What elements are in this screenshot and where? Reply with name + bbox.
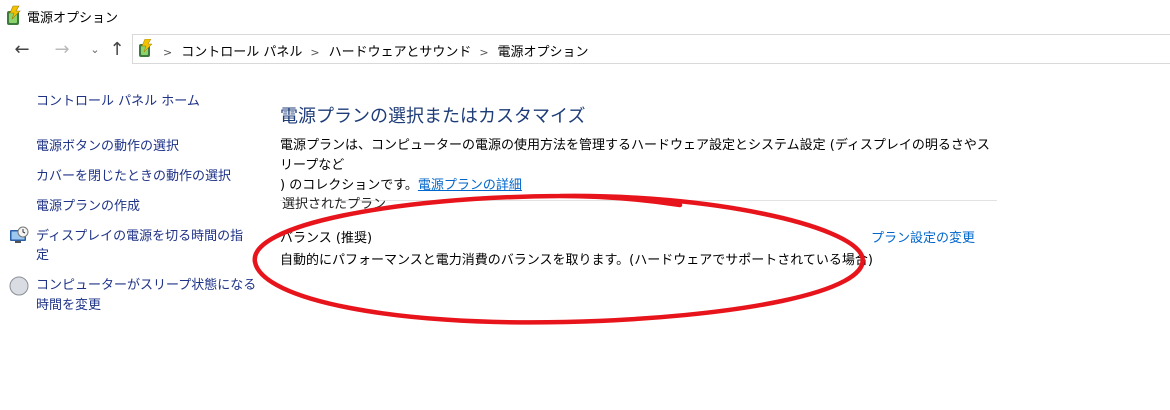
breadcrumb-separator: >: [479, 46, 489, 59]
breadcrumb-separator: >: [310, 46, 320, 59]
sidebar-choose-lid-close[interactable]: カバーを閉じたときの動作の選択: [36, 167, 231, 187]
sleep-moon-icon: [9, 276, 29, 296]
up-arrow-icon[interactable]: ↑: [105, 38, 129, 62]
forward-arrow-icon[interactable]: →: [50, 38, 74, 62]
power-plan-details-link[interactable]: 電源プランの詳細: [418, 178, 522, 193]
navigation-bar: ← → ⌄ ↑ > コントロール パネル > ハードウェアとサウンド > 電源オプション: [0, 34, 1170, 66]
control-panel-icon: [139, 39, 153, 57]
window-title: 電源オプション: [27, 11, 119, 26]
sidebar-display-off-time-line2[interactable]: 定: [36, 246, 49, 266]
plan-description: 自動的にパフォーマンスと電力消費のバランスを取ります。(ハードウェアでサポートさ…: [280, 253, 873, 268]
description-line1: 電源プランは、コンピューターの電源の使用方法を管理するハードウェア設定とシステム…: [280, 138, 990, 173]
description: 電源プランは、コンピューターの電源の使用方法を管理するハードウェア設定とシステム…: [280, 136, 1000, 196]
breadcrumb: > コントロール パネル > ハードウェアとサウンド > 電源オプション: [163, 41, 589, 60]
sidebar-control-panel-home[interactable]: コントロール パネル ホーム: [36, 92, 200, 112]
breadcrumb-separator: >: [163, 46, 173, 59]
sidebar-display-off-time-line1[interactable]: ディスプレイの電源を切る時間の指: [36, 227, 243, 247]
sidebar-choose-power-buttons[interactable]: 電源ボタンの動作の選択: [36, 137, 179, 157]
plan-name: バランス (推奨): [280, 231, 373, 246]
sidebar-sleep-time-line1[interactable]: コンピューターがスリープ状態になる: [36, 276, 256, 296]
change-plan-settings-link[interactable]: プラン設定の変更: [871, 227, 975, 246]
sidebar-sleep-time-line2[interactable]: 時間を変更: [36, 296, 101, 316]
page-title: 電源プランの選択またはカスタマイズ: [280, 106, 586, 127]
recent-locations-chevron-icon[interactable]: ⌄: [83, 38, 107, 62]
breadcrumb-power-options[interactable]: 電源オプション: [498, 45, 589, 60]
back-arrow-icon[interactable]: ←: [10, 38, 34, 62]
sidebar-create-power-plan[interactable]: 電源プランの作成: [36, 197, 140, 217]
breadcrumb-hardware-sound[interactable]: ハードウェアとサウンド: [329, 45, 472, 60]
power-options-icon: [7, 5, 21, 25]
breadcrumb-control-panel[interactable]: コントロール パネル: [181, 45, 302, 60]
display-clock-icon: [10, 226, 29, 243]
section-divider: [280, 200, 997, 201]
selected-plan-label: 選択されたプラン: [282, 197, 387, 212]
address-bar[interactable]: > コントロール パネル > ハードウェアとサウンド > 電源オプション: [132, 34, 1170, 64]
title-bar: 電源オプション: [0, 0, 1170, 32]
description-line2: ) のコレクションです。: [280, 178, 418, 193]
